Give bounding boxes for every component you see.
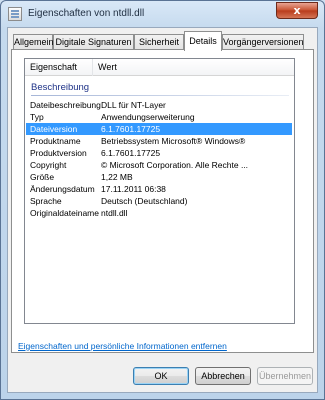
tab-digitale-signaturen[interactable]: Digitale Signaturen [53, 34, 134, 50]
property-value: Deutsch (Deutschland) [101, 196, 188, 206]
list-row[interactable]: Dateibeschreibung DLL für NT-Layer [26, 99, 292, 111]
property-value: 1,22 MB [101, 172, 133, 182]
column-header-property[interactable]: Eigenschaft [25, 59, 93, 76]
list-row[interactable]: Produktversion 6.1.7601.17725 [26, 147, 292, 159]
tab-vorgaengerversionen[interactable]: Vorgängerversionen [222, 34, 304, 50]
list-row[interactable]: Sprache Deutsch (Deutschland) [26, 195, 292, 207]
tab-sicherheit[interactable]: Sicherheit [134, 34, 184, 50]
button-bar: OK Abbrechen Übernehmen [8, 360, 317, 394]
property-name: Originaldateiname [30, 208, 99, 218]
property-value: Anwendungserweiterung [101, 112, 195, 122]
title-bar[interactable]: Eigenschaften von ntdll.dll x [1, 1, 324, 27]
property-value: ntdll.dll [101, 208, 128, 218]
property-value: © Microsoft Corporation. Alle Rechte ... [101, 160, 249, 170]
property-name: Copyright [30, 160, 67, 170]
property-name: Dateiversion [30, 124, 78, 134]
property-value: 6.1.7601.17725 [101, 124, 161, 134]
tab-strip: Allgemein Digitale Signaturen Sicherheit… [11, 30, 316, 51]
tab-allgemein[interactable]: Allgemein [13, 34, 54, 50]
list-row[interactable]: Copyright © Microsoft Corporation. Alle … [26, 159, 292, 171]
list-row[interactable]: Änderungsdatum 17.11.2011 06:38 [26, 183, 292, 195]
property-name: Größe [30, 172, 55, 182]
list-row[interactable]: Produktname Betriebssystem Microsoft® Wi… [26, 135, 292, 147]
column-header-value[interactable]: Wert [93, 59, 294, 76]
property-name: Sprache [30, 196, 62, 206]
property-value: 6.1.7601.17725 [101, 148, 161, 158]
list-row[interactable]: Typ Anwendungserweiterung [26, 111, 292, 123]
ok-button[interactable]: OK [133, 367, 189, 385]
property-value: Betriebssystem Microsoft® Windows® [101, 136, 246, 146]
list-row-selected[interactable]: Dateiversion 6.1.7601.17725 [26, 123, 292, 135]
close-button[interactable]: x [276, 2, 318, 19]
group-header[interactable]: Beschreibung [31, 81, 289, 95]
cancel-button[interactable]: Abbrechen [195, 367, 251, 385]
list-row[interactable]: Größe 1,22 MB [26, 171, 292, 183]
property-name: Produktname [30, 136, 81, 146]
property-value: 17.11.2011 06:38 [101, 184, 166, 194]
property-value: DLL für NT-Layer [101, 100, 166, 110]
property-name: Änderungsdatum [30, 184, 95, 194]
property-name: Typ [30, 112, 44, 122]
apply-button[interactable]: Übernehmen [257, 367, 313, 385]
list-row[interactable]: Originaldateiname ntdll.dll [26, 207, 292, 219]
remove-properties-link[interactable]: Eigenschaften und persönliche Informatio… [18, 341, 227, 351]
list-header: Eigenschaft Wert [25, 59, 294, 76]
dialog-client-area: Allgemein Digitale Signaturen Sicherheit… [7, 27, 318, 393]
tab-details[interactable]: Details [184, 31, 222, 51]
details-list[interactable]: Eigenschaft Wert Beschreibung Dateibesch… [24, 58, 295, 324]
file-icon [8, 7, 22, 21]
window-title: Eigenschaften von ntdll.dll [28, 8, 145, 19]
properties-window: Eigenschaften von ntdll.dll x Allgemein … [0, 0, 325, 400]
property-name: Dateibeschreibung [30, 100, 101, 110]
property-name: Produktversion [30, 148, 87, 158]
group-divider [31, 95, 289, 96]
